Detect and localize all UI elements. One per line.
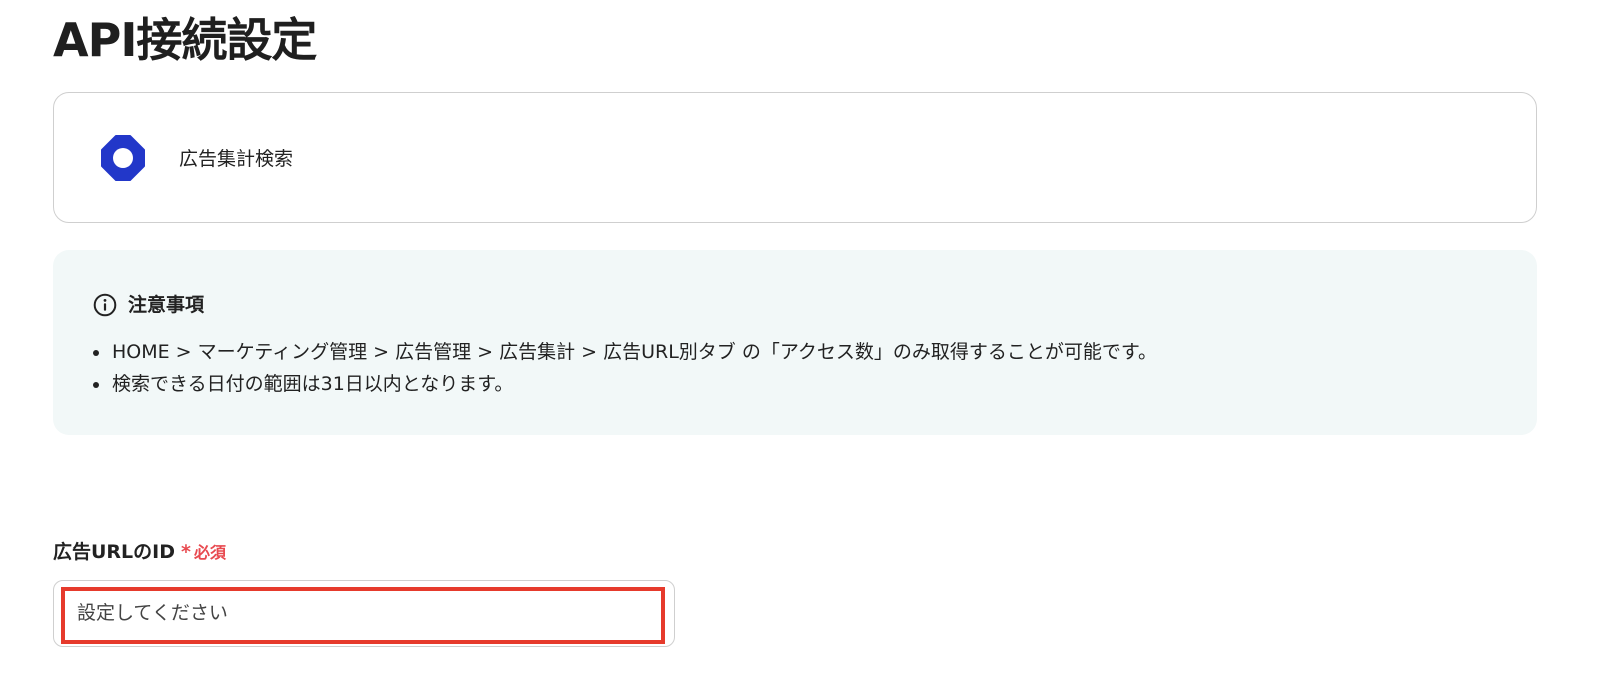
required-badge: 必須 <box>193 543 226 562</box>
ad-url-id-label: 広告URLのID * 必須 <box>53 538 226 566</box>
notice-header: 注意事項 <box>93 292 204 318</box>
app-name: 広告集計検索 <box>179 148 294 170</box>
notice-box: 注意事項 HOME > マーケティング管理 > 広告管理 > 広告集計 > 広告… <box>53 250 1537 435</box>
ad-url-id-label-text: 広告URLのID <box>53 541 176 563</box>
notice-title: 注意事項 <box>128 294 205 316</box>
ad-url-id-input[interactable] <box>64 587 658 639</box>
octagon-ring-logo-icon <box>101 135 145 181</box>
app-card: 広告集計検索 <box>53 92 1537 223</box>
notice-item: 検索できる日付の範囲は31日以内となります。 <box>90 368 1157 400</box>
page-title: API接続設定 <box>53 13 317 67</box>
required-asterisk: * <box>181 541 191 563</box>
notice-list: HOME > マーケティング管理 > 広告管理 > 広告集計 > 広告URL別タ… <box>90 336 1157 400</box>
notice-item: HOME > マーケティング管理 > 広告管理 > 広告集計 > 広告URL別タ… <box>90 336 1157 368</box>
info-icon <box>93 293 117 317</box>
ad-url-id-input-container <box>53 580 675 647</box>
